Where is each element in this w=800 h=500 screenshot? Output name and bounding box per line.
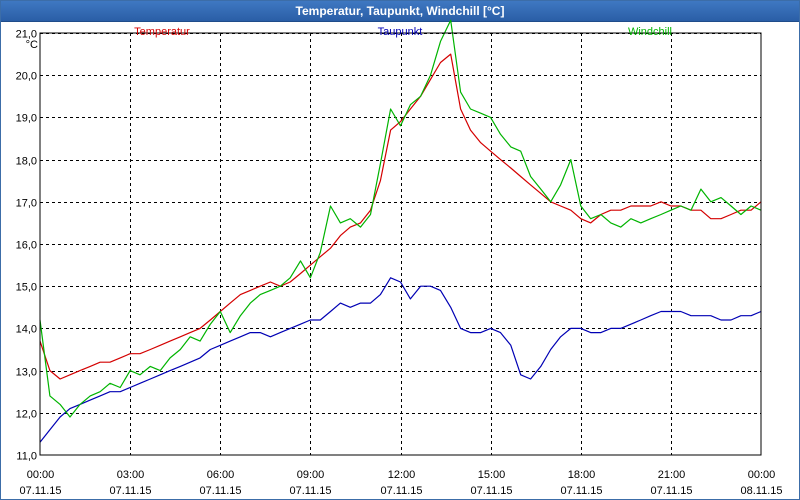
x-tick-time-label: 15:00 xyxy=(478,469,506,481)
x-tick-time-label: 18:00 xyxy=(568,469,596,481)
x-tick-date-label: 07.11.15 xyxy=(289,485,331,497)
x-tick-time-label: 09:00 xyxy=(297,469,325,481)
y-tick-label: 19,0 xyxy=(16,113,37,125)
grid xyxy=(40,33,761,455)
series-line-temperatur xyxy=(39,53,762,380)
x-tick-date-label: 07.11.15 xyxy=(470,485,512,497)
series-line-windchill xyxy=(39,19,762,418)
legend-label-windchill: Windchill xyxy=(628,26,672,38)
x-tick-time-label: 00:00 xyxy=(27,469,55,481)
y-tick-label: 20,0 xyxy=(16,71,37,83)
x-tick-time-label: 00:00 xyxy=(748,469,776,481)
y-tick-label: 16,0 xyxy=(16,240,37,252)
y-axis-unit-label: °C xyxy=(26,39,38,51)
legend-label-taupunkt: Taupunkt xyxy=(378,26,423,38)
series-line-taupunkt xyxy=(39,277,762,443)
x-tick-time-label: 21:00 xyxy=(658,469,686,481)
x-tick-date-label: 07.11.15 xyxy=(109,485,151,497)
x-tick-date-label: 07.11.15 xyxy=(380,485,422,497)
y-tick-label: 17,0 xyxy=(16,198,37,210)
x-tick-date-label: 07.11.15 xyxy=(560,485,602,497)
legend: Temperatur Taupunkt Windchill xyxy=(134,26,672,38)
x-tick-date-label: 07.11.15 xyxy=(199,485,241,497)
y-tick-label: 18,0 xyxy=(16,156,37,168)
x-tick-time-label: 12:00 xyxy=(388,469,416,481)
y-tick-label: 12,0 xyxy=(16,409,37,421)
y-tick-label: 14,0 xyxy=(16,324,37,336)
x-tick-date-label: 07.11.15 xyxy=(19,485,61,497)
x-tick-time-label: 03:00 xyxy=(117,469,145,481)
legend-label-temperatur: Temperatur xyxy=(134,26,190,38)
series-lines xyxy=(39,19,762,443)
y-tick-label: 13,0 xyxy=(16,367,37,379)
line-chart: 11,0 12,0 13,0 14,0 15,0 16,0 17,0 18,0 19,0 20,0… xyxy=(16,19,783,497)
x-tick-time-label: 06:00 xyxy=(207,469,235,481)
y-tick-label: 15,0 xyxy=(16,282,37,294)
y-tick-label: 11,0 xyxy=(16,451,37,463)
x-tick-date-label: 08.11.15 xyxy=(740,485,782,497)
x-tick-date-label: 07.11.15 xyxy=(650,485,692,497)
